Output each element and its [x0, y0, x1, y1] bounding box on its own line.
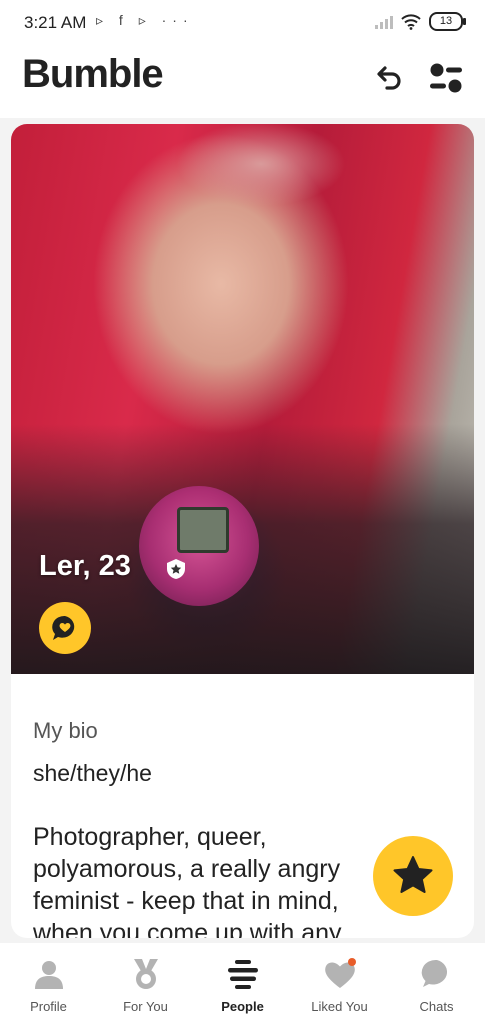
profile-name-age: Ler, 23 — [39, 550, 131, 582]
nav-for-you[interactable]: For You — [97, 957, 194, 1021]
notification-dot — [347, 958, 356, 966]
nav-profile[interactable]: Profile — [0, 957, 97, 1021]
nav-label-liked-you: Liked You — [311, 999, 368, 1014]
bio-pronouns: she/they/he — [33, 760, 152, 786]
profile-card[interactable]: Ler, 23 My bio she/they/he Photographer,… — [11, 124, 474, 938]
chat-bubble-icon — [421, 959, 447, 987]
medal-icon — [133, 959, 158, 989]
status-bar: 3:21 AM ▹ f ▹ ··· 13 — [0, 0, 485, 44]
shield-star-icon — [167, 559, 185, 579]
profile-photo[interactable]: Ler, 23 — [11, 124, 474, 674]
nav-label-for-you: For You — [123, 999, 168, 1014]
status-right: 13 — [375, 12, 466, 31]
undo-button[interactable] — [368, 56, 412, 100]
bottom-nav: Profile For You People Liked You Chats — [0, 943, 485, 1024]
app-header: Bumble — [0, 44, 485, 118]
nav-liked-you[interactable]: Liked You — [291, 957, 388, 1021]
person-icon — [34, 961, 63, 989]
chat-heart-icon — [52, 615, 75, 640]
wifi-icon — [401, 13, 421, 30]
filter-sliders-icon — [430, 63, 462, 93]
stack-icon — [227, 960, 258, 989]
compliment-button[interactable] — [39, 602, 91, 654]
notification-icons: ▹ f ▹ ··· — [96, 12, 194, 28]
battery-icon: 13 — [429, 12, 466, 31]
heart-icon — [324, 958, 356, 988]
nav-people[interactable]: People — [194, 957, 291, 1021]
star-icon — [393, 856, 433, 893]
superswipe-button[interactable] — [373, 836, 453, 916]
status-time: 3:21 AM — [24, 13, 87, 32]
bio-heading: My bio — [33, 718, 98, 743]
nav-label-people: People — [221, 999, 264, 1014]
nav-label-chats: Chats — [419, 999, 454, 1014]
signal-icon — [375, 15, 393, 29]
nav-label-profile: Profile — [30, 999, 67, 1014]
filter-button[interactable] — [424, 56, 468, 100]
nav-chats[interactable]: Chats — [388, 957, 485, 1021]
bumble-logo: Bumble — [22, 52, 164, 96]
undo-icon — [377, 66, 401, 90]
bio-text: Photographer, queer, polyamorous, a real… — [33, 823, 342, 938]
